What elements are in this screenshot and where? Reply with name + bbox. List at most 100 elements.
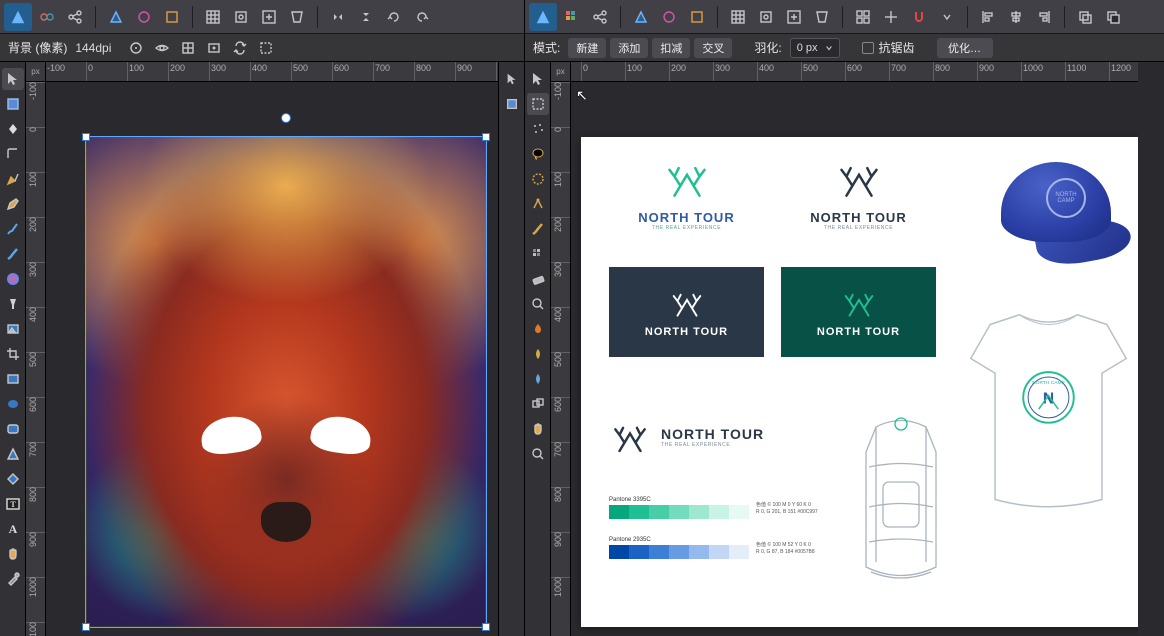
- selection-handle[interactable]: [482, 623, 490, 631]
- transform-icon[interactable]: [809, 4, 835, 30]
- logo-variant-teal-bg[interactable]: NORTH TOUR: [781, 267, 936, 357]
- persona-designer-icon[interactable]: [103, 4, 129, 30]
- mode-int-button[interactable]: 交叉: [694, 38, 732, 58]
- snap-bounds-icon[interactable]: [781, 4, 807, 30]
- rotation-handle[interactable]: [281, 113, 291, 123]
- smudge-tool-icon[interactable]: [527, 368, 549, 390]
- fill-tool-icon[interactable]: [2, 268, 24, 290]
- canvas-left[interactable]: [46, 82, 498, 636]
- mode-new-button[interactable]: 新建: [568, 38, 606, 58]
- hand-tool-icon[interactable]: [2, 543, 24, 565]
- select-raster-icon[interactable]: [255, 38, 277, 58]
- node-tool-icon[interactable]: [2, 118, 24, 140]
- dodge-tool-icon[interactable]: [527, 343, 549, 365]
- mockup-tshirt[interactable]: NORTH CAMP N: [961, 302, 1136, 522]
- persona-pixel-icon[interactable]: [656, 4, 682, 30]
- logo-variant-mono[interactable]: NORTH TOUR THE REAL EXPERIENCE: [781, 157, 936, 231]
- paint-brush-tool-icon[interactable]: [527, 218, 549, 240]
- triangle-tool-icon[interactable]: [2, 443, 24, 465]
- ruler-vertical[interactable]: -10001002003004005006007008009001000: [551, 82, 571, 636]
- logo-variant-color[interactable]: NORTH TOUR THE REAL EXPERIENCE: [609, 157, 764, 231]
- text-art-tool-icon[interactable]: A: [2, 518, 24, 540]
- clone-tool-icon[interactable]: [527, 393, 549, 415]
- lasso-tool-icon[interactable]: [527, 143, 549, 165]
- flip-h-icon[interactable]: [325, 4, 351, 30]
- center-icon[interactable]: [203, 38, 225, 58]
- diamond-tool-icon[interactable]: [2, 468, 24, 490]
- snap-bounds-icon[interactable]: [256, 4, 282, 30]
- align-left-icon[interactable]: [975, 4, 1001, 30]
- selection-handle[interactable]: [482, 133, 490, 141]
- image-tool-icon[interactable]: [2, 318, 24, 340]
- rotate-ccw-icon[interactable]: [409, 4, 435, 30]
- swatch-blue[interactable]: Pantone 2935C: [609, 537, 749, 559]
- marquee-tool-icon[interactable]: [501, 93, 523, 115]
- mode-sub-button[interactable]: 扣减: [652, 38, 690, 58]
- logo-horizontal[interactable]: NORTH TOUR THE REAL EXPERIENCE: [609, 417, 764, 457]
- app-icon[interactable]: [529, 3, 557, 31]
- share-icon[interactable]: [62, 4, 88, 30]
- artwork-brand-sheet[interactable]: NORTH TOUR THE REAL EXPERIENCE NORTH TOU…: [581, 137, 1138, 627]
- corner-tool-icon[interactable]: [2, 143, 24, 165]
- ellipse-tool-icon[interactable]: [2, 393, 24, 415]
- flip-v-icon[interactable]: [353, 4, 379, 30]
- zoom-tool-icon[interactable]: [527, 293, 549, 315]
- selection-handle[interactable]: [82, 133, 90, 141]
- snap-grid-icon[interactable]: [228, 4, 254, 30]
- bounds-icon[interactable]: [177, 38, 199, 58]
- snap-grid-icon[interactable]: [753, 4, 779, 30]
- color-picker-tool-icon[interactable]: [2, 568, 24, 590]
- antialias-checkbox[interactable]: 抗锯齿: [862, 39, 914, 56]
- rounded-tool-icon[interactable]: [2, 418, 24, 440]
- hand-tool-icon[interactable]: [527, 418, 549, 440]
- cycle-icon[interactable]: [229, 38, 251, 58]
- paint-brush-tool-icon[interactable]: [2, 243, 24, 265]
- rotate-cw-icon[interactable]: [381, 4, 407, 30]
- app-icon[interactable]: [4, 3, 32, 31]
- mockup-backpack[interactable]: [851, 412, 951, 587]
- erase-tool-icon[interactable]: [527, 268, 549, 290]
- move-tool-icon[interactable]: [2, 68, 24, 90]
- persona-export-icon[interactable]: [684, 4, 710, 30]
- align-center-icon[interactable]: [1003, 4, 1029, 30]
- pen-tool-icon[interactable]: [2, 168, 24, 190]
- color-studio-icon[interactable]: [34, 4, 60, 30]
- pencil-tool-icon[interactable]: [2, 193, 24, 215]
- axis-icon[interactable]: [878, 4, 904, 30]
- share-icon[interactable]: [587, 4, 613, 30]
- move-tool-icon[interactable]: [501, 68, 523, 90]
- glass-tool-icon[interactable]: [2, 293, 24, 315]
- persona-pixel-icon[interactable]: [131, 4, 157, 30]
- freehand-selection-tool-icon[interactable]: [527, 118, 549, 140]
- chevron-down-icon[interactable]: [934, 4, 960, 30]
- logo-variant-dark-bg[interactable]: NORTH TOUR: [609, 267, 764, 357]
- snap-toggle-icon[interactable]: [906, 4, 932, 30]
- marquee-tool-icon[interactable]: [2, 93, 24, 115]
- boolean-sub-icon[interactable]: [1100, 4, 1126, 30]
- feather-field[interactable]: 0 px: [790, 38, 841, 58]
- ruler-horizontal[interactable]: 0100200300400500600700800900100011001200…: [571, 62, 1138, 82]
- align-right-icon[interactable]: [1031, 4, 1057, 30]
- burn-tool-icon[interactable]: [527, 318, 549, 340]
- swatches-icon[interactable]: [559, 4, 585, 30]
- rectangular-marquee-tool-icon[interactable]: [527, 93, 549, 115]
- target-icon[interactable]: [125, 38, 147, 58]
- transform-icon[interactable]: [284, 4, 310, 30]
- mockup-hat[interactable]: NORTH CAMP: [991, 152, 1131, 272]
- persona-designer-icon[interactable]: [628, 4, 654, 30]
- grid-icon[interactable]: [200, 4, 226, 30]
- pixel-tool-icon[interactable]: [527, 243, 549, 265]
- brush-tool-icon[interactable]: [2, 218, 24, 240]
- text-frame-tool-icon[interactable]: T: [2, 493, 24, 515]
- ruler-horizontal[interactable]: -10001002003004005006007008009001000: [46, 62, 498, 82]
- selection-brush-tool-icon[interactable]: [527, 168, 549, 190]
- mode-add-button[interactable]: 添加: [610, 38, 648, 58]
- boolean-add-icon[interactable]: [1072, 4, 1098, 30]
- zoom-tool-icon[interactable]: [527, 443, 549, 465]
- grid-setup-icon[interactable]: [850, 4, 876, 30]
- persona-export-icon[interactable]: [159, 4, 185, 30]
- move-tool-icon[interactable]: [527, 68, 549, 90]
- refine-button[interactable]: 优化…: [937, 38, 993, 58]
- eye-icon[interactable]: [151, 38, 173, 58]
- ruler-vertical[interactable]: -100010020030040050060070080090010001100: [26, 82, 46, 636]
